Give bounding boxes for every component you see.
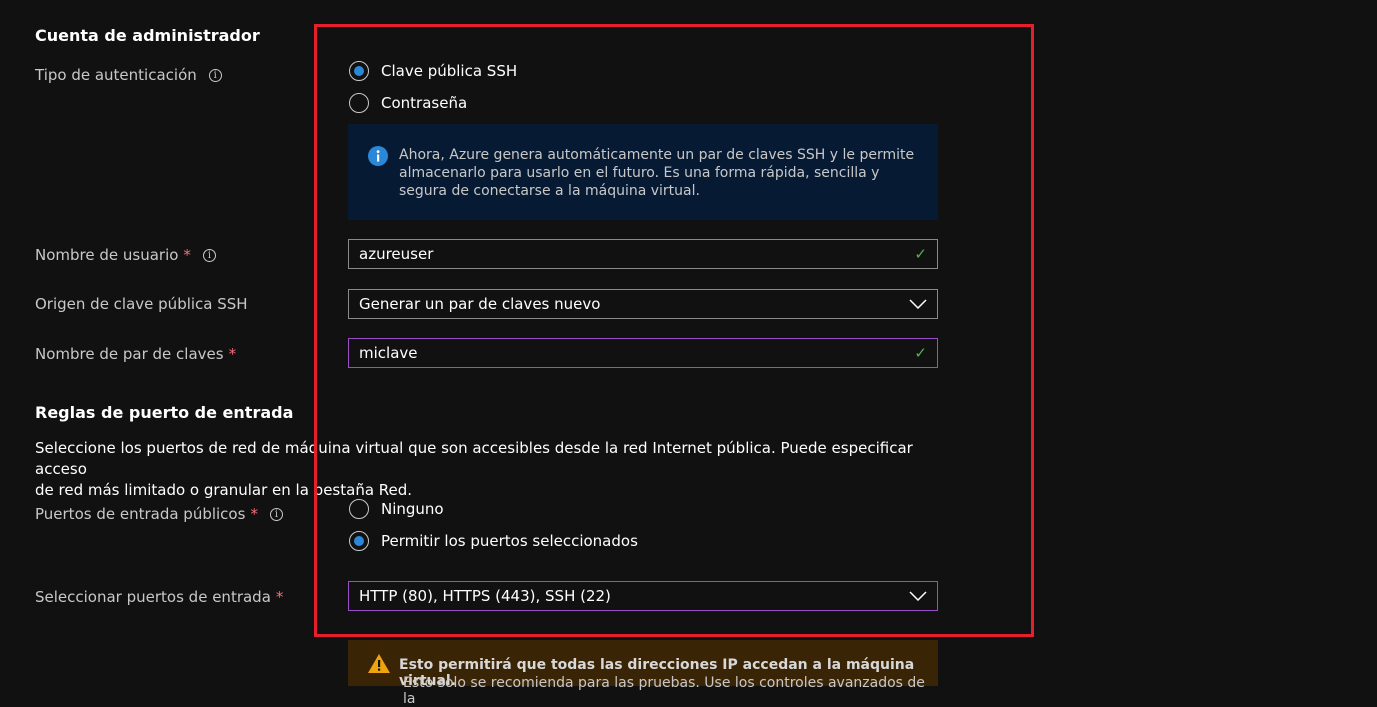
required-marker: * — [275, 588, 284, 606]
select-ports-label-text: Seleccionar puertos de entrada — [35, 588, 271, 606]
inbound-rules-title: Reglas de puerto de entrada — [35, 403, 294, 422]
select-ports-label: Seleccionar puertos de entrada * — [35, 588, 283, 606]
public-ports-label-text: Puertos de entrada públicos — [35, 505, 246, 523]
required-marker: * — [228, 345, 237, 363]
public-ports-label: Puertos de entrada públicos * i — [35, 505, 283, 523]
keypair-label: Nombre de par de claves * — [35, 345, 236, 363]
username-label: Nombre de usuario * i — [35, 246, 216, 264]
info-icon[interactable]: i — [208, 68, 222, 82]
username-label-text: Nombre de usuario — [35, 246, 179, 264]
warning-triangle-icon — [368, 654, 390, 677]
auth-type-label-text: Tipo de autenticación — [35, 66, 197, 84]
ssh-source-label-text: Origen de clave pública SSH — [35, 295, 248, 313]
highlight-frame — [314, 24, 1034, 637]
ssh-source-label: Origen de clave pública SSH — [35, 295, 248, 313]
required-marker: * — [183, 246, 191, 264]
admin-section-title: Cuenta de administrador — [35, 26, 260, 45]
required-marker: * — [250, 505, 258, 523]
auth-type-label: Tipo de autenticación i — [35, 66, 222, 84]
keypair-label-text: Nombre de par de claves — [35, 345, 224, 363]
info-icon[interactable]: i — [202, 248, 216, 262]
info-icon[interactable]: i — [269, 507, 283, 521]
warning-box: Esto permitirá que todas las direcciones… — [348, 640, 938, 707]
warning-subtext: Esto solo se recomienda para las pruebas… — [403, 675, 925, 707]
